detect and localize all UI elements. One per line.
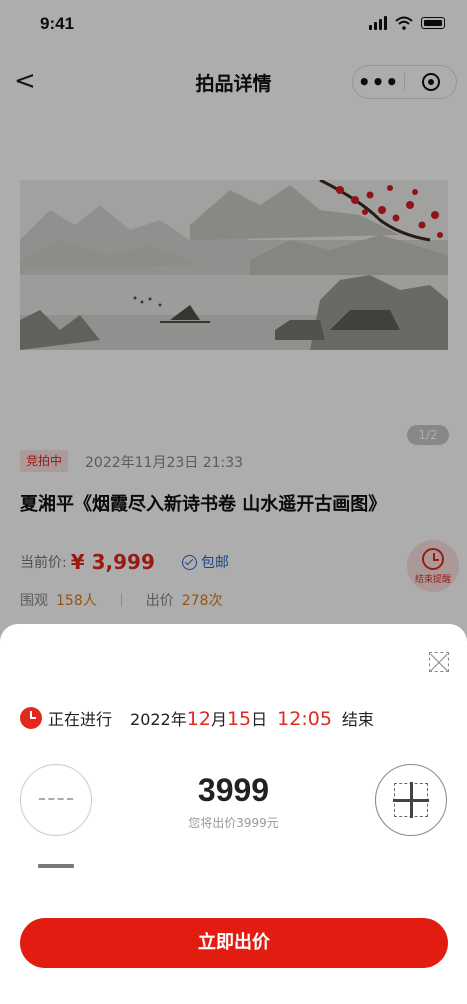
- auction-status-text: 正在进行: [48, 710, 113, 729]
- end-month-unit: 月: [210, 710, 227, 729]
- bid-sheet: 正在进行 2022年 12 月 15 日 12:05 结束 3999 您将出价3…: [0, 624, 467, 1004]
- close-icon[interactable]: [429, 652, 449, 672]
- end-year: 2022年: [130, 710, 187, 729]
- increase-bid-button[interactable]: [375, 764, 447, 836]
- minus-indicator: [38, 864, 74, 868]
- end-day: 15: [226, 708, 252, 730]
- end-time: 2022年 12 月 15 日 12:05: [130, 706, 332, 730]
- bid-now-button[interactable]: 立即出价: [20, 918, 448, 968]
- end-day-unit: 日: [251, 710, 268, 729]
- end-suffix: 结束: [341, 710, 374, 729]
- end-month: 12: [186, 708, 211, 730]
- clock-icon: [20, 707, 42, 729]
- end-clock: 12:05: [277, 708, 332, 730]
- auction-status-line: 正在进行 2022年 12 月 15 日 12:05 结束: [20, 706, 374, 730]
- plus-icon: [393, 782, 429, 818]
